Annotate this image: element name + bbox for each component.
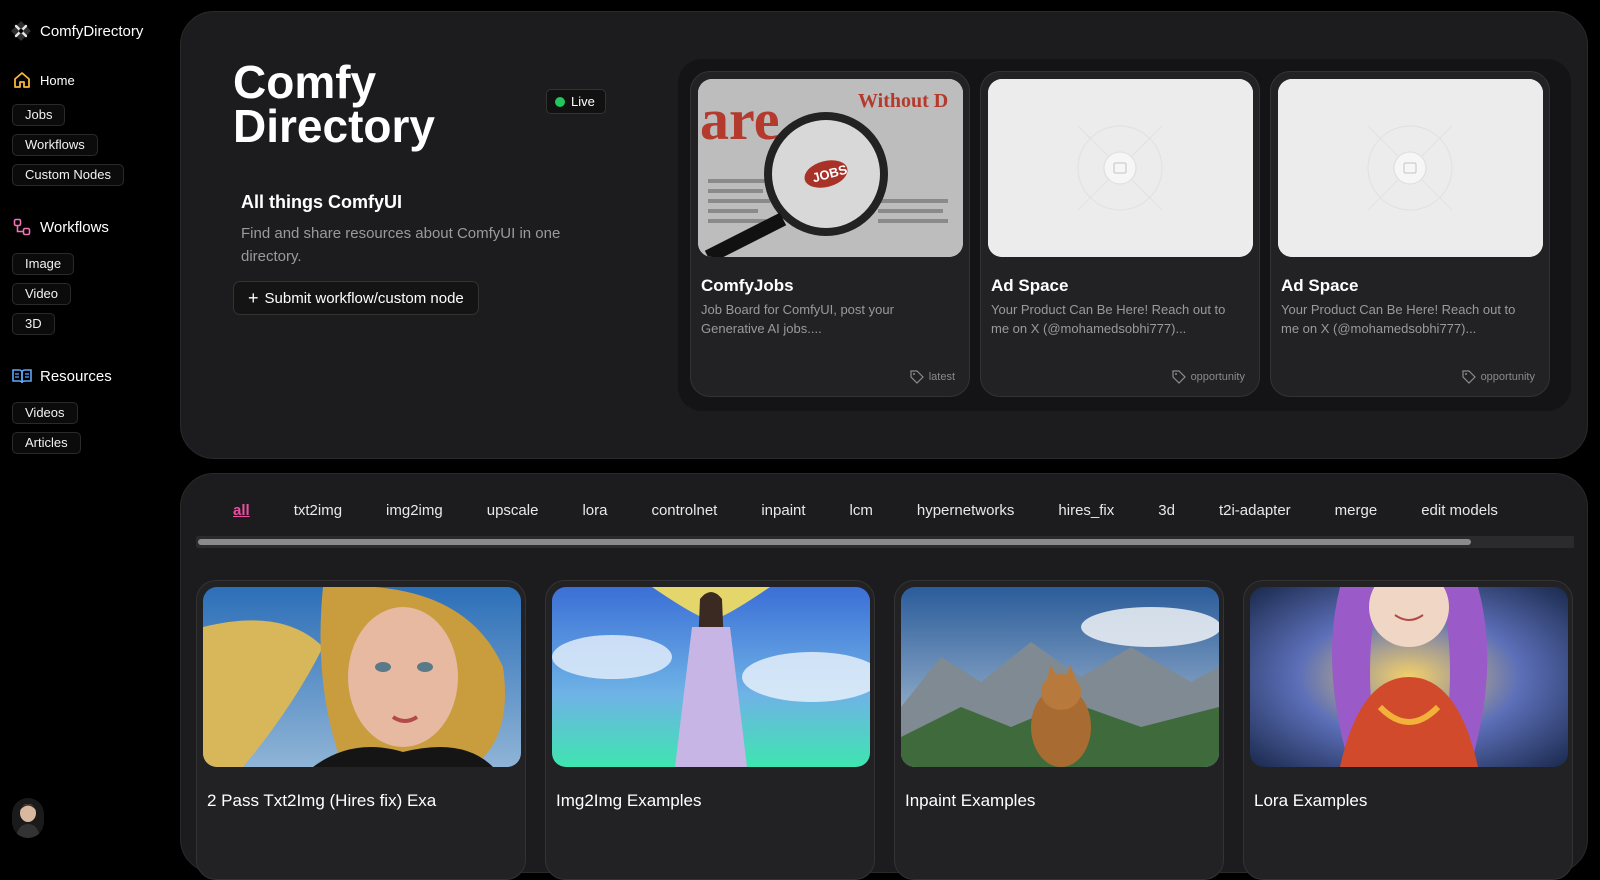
- comfy-logo-icon: [11, 21, 31, 41]
- sidebar-resources[interactable]: Resources: [12, 366, 112, 386]
- hero-panel: Comfy Directory Live All things ComfyUI …: [180, 11, 1588, 459]
- promo-title: Ad Space: [1281, 276, 1359, 295]
- sidebar-home[interactable]: Home: [12, 70, 75, 90]
- tab-merge[interactable]: merge: [1313, 502, 1400, 519]
- tab-inpaint[interactable]: inpaint: [739, 502, 827, 519]
- workflow-card[interactable]: Img2Img Examples: [545, 580, 875, 880]
- placeholder-image: [988, 79, 1253, 257]
- promo-title: ComfyJobs: [701, 276, 794, 295]
- workflow-title: Img2Img Examples: [556, 791, 702, 810]
- promo-tag-label: opportunity: [1480, 371, 1535, 383]
- promo-title: Ad Space: [991, 276, 1069, 295]
- workflow-thumbnail: [203, 587, 521, 767]
- tag-icon: [910, 370, 924, 384]
- brand[interactable]: ComfyDirectory: [10, 20, 143, 42]
- promo-tag: opportunity: [1171, 370, 1245, 384]
- brand-name: ComfyDirectory: [40, 22, 144, 40]
- placeholder-image: [1278, 79, 1543, 257]
- category-tabs: all txt2img img2img upscale lora control…: [211, 502, 1520, 519]
- workflow-thumbnail: [901, 587, 1219, 767]
- sidebar-item-video[interactable]: Video: [12, 283, 72, 305]
- tab-hires-fix[interactable]: hires_fix: [1036, 502, 1136, 519]
- tab-img2img[interactable]: img2img: [364, 502, 465, 519]
- sidebar-item-articles[interactable]: Articles: [12, 432, 81, 454]
- plus-icon: +: [248, 288, 259, 308]
- promo-subtitle: Job Board for ComfyUI, post your Generat…: [701, 302, 894, 336]
- live-badge: Live: [546, 89, 606, 114]
- sidebar-item-3d[interactable]: 3D: [12, 313, 55, 335]
- sidebar-home-label: Home: [40, 72, 75, 88]
- svg-text:are: are: [700, 87, 779, 152]
- sidebar: ComfyDirectory Home Jobs Workflows Custo…: [0, 0, 170, 841]
- workflow-title: Lora Examples: [1254, 791, 1368, 810]
- tab-3d[interactable]: 3d: [1136, 502, 1197, 519]
- sidebar-item-videos[interactable]: Videos: [12, 402, 78, 424]
- sidebar-workflows[interactable]: Workflows: [12, 217, 109, 237]
- submit-label: Submit workflow/custom node: [264, 289, 464, 307]
- workflow-gallery: all txt2img img2img upscale lora control…: [180, 473, 1588, 880]
- page-title: Comfy Directory: [233, 56, 435, 152]
- promo-subtitle: Your Product Can Be Here! Reach out to m…: [1281, 302, 1516, 336]
- promo-subtitle: Your Product Can Be Here! Reach out to m…: [991, 302, 1226, 336]
- tag-icon: [1171, 370, 1186, 384]
- workflow-card[interactable]: Lora Examples: [1243, 580, 1573, 880]
- workflow-thumbnail: [552, 587, 870, 767]
- promo-card-comfyjobs[interactable]: are Without D JOBS ComfyJobs Job Board f…: [690, 71, 970, 397]
- submit-button[interactable]: + Submit workflow/custom node: [233, 281, 479, 315]
- promo-card-ad-space-1[interactable]: Ad Space Your Product Can Be Here! Reach…: [980, 71, 1260, 397]
- sidebar-resources-label: Resources: [40, 367, 112, 385]
- live-label: Live: [571, 94, 595, 109]
- promo-tag-label: latest: [928, 371, 955, 383]
- tab-upscale[interactable]: upscale: [465, 502, 561, 519]
- tag-icon: [1461, 370, 1476, 384]
- book-icon: [12, 366, 32, 386]
- scrollbar-thumb[interactable]: [198, 539, 1471, 545]
- workflow-icon: [12, 217, 32, 237]
- promo-cards: are Without D JOBS ComfyJobs Job Board f…: [678, 59, 1571, 411]
- sidebar-workflows-label: Workflows: [40, 218, 109, 236]
- tab-controlnet[interactable]: controlnet: [629, 502, 739, 519]
- workflow-card[interactable]: Inpaint Examples: [894, 580, 1224, 880]
- tab-edit-models[interactable]: edit models: [1399, 502, 1520, 519]
- promo-card-ad-space-2[interactable]: Ad Space Your Product Can Be Here! Reach…: [1270, 71, 1550, 397]
- workflow-title: Inpaint Examples: [905, 791, 1036, 810]
- promo-tag: latest: [910, 370, 955, 384]
- svg-text:Without D: Without D: [858, 90, 948, 112]
- sidebar-item-image[interactable]: Image: [12, 253, 75, 275]
- tab-lcm[interactable]: lcm: [828, 502, 895, 519]
- comfyjobs-image: are Without D JOBS: [698, 79, 963, 257]
- sidebar-item-workflows[interactable]: Workflows: [12, 134, 98, 156]
- sidebar-item-custom-nodes[interactable]: Custom Nodes: [12, 164, 124, 186]
- live-dot-icon: [555, 96, 565, 107]
- tab-txt2img[interactable]: txt2img: [272, 502, 364, 519]
- promo-tag: opportunity: [1461, 370, 1535, 384]
- sidebar-item-jobs[interactable]: Jobs: [12, 104, 66, 126]
- tabs-scrollbar[interactable]: [196, 536, 1574, 548]
- promo-tag-label: opportunity: [1190, 371, 1245, 383]
- avatar[interactable]: [12, 798, 44, 838]
- tab-all[interactable]: all: [211, 502, 272, 519]
- workflow-thumbnail: [1250, 587, 1568, 767]
- tab-hypernetworks[interactable]: hypernetworks: [895, 502, 1037, 519]
- workflow-title: 2 Pass Txt2Img (Hires fix) Exa: [207, 791, 437, 810]
- tagline: All things ComfyUI: [241, 192, 402, 212]
- workflow-card[interactable]: 2 Pass Txt2Img (Hires fix) Exa: [196, 580, 526, 880]
- home-icon: [12, 70, 32, 90]
- tab-lora[interactable]: lora: [560, 502, 629, 519]
- tab-t2i-adapter[interactable]: t2i-adapter: [1197, 502, 1313, 519]
- description: Find and share resources about ComfyUI i…: [241, 225, 561, 265]
